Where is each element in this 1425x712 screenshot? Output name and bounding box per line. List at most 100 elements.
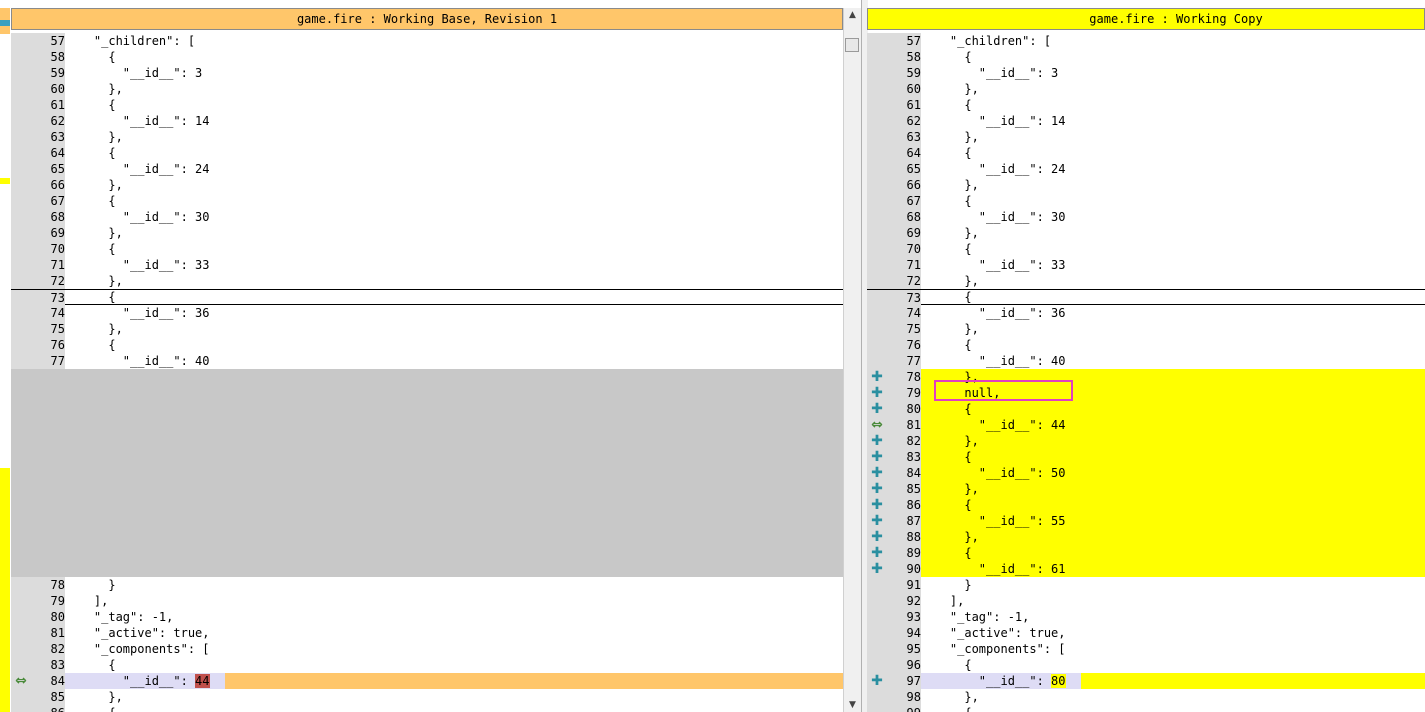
code-line[interactable]: 95 "_components": [ (867, 641, 1425, 657)
code-line[interactable]: 57 "_children": [ (867, 33, 1425, 49)
code-line[interactable]: 66 }, (11, 177, 843, 193)
code-line[interactable]: 69 }, (11, 225, 843, 241)
line-code[interactable] (65, 497, 843, 513)
code-line[interactable] (11, 481, 843, 497)
code-line[interactable]: 93 "_tag": -1, (867, 609, 1425, 625)
code-line[interactable]: 98 }, (867, 689, 1425, 705)
code-line[interactable]: 71 "__id__": 33 (867, 257, 1425, 273)
line-code[interactable] (65, 545, 843, 561)
line-code[interactable]: { (921, 49, 1425, 65)
code-line[interactable]: 65 "__id__": 24 (11, 161, 843, 177)
line-code[interactable]: }, (921, 689, 1425, 705)
line-code[interactable]: { (65, 49, 843, 65)
line-code[interactable]: }, (921, 225, 1425, 241)
code-line[interactable]: ✚ 86 { (867, 497, 1425, 513)
line-code[interactable]: }, (921, 433, 1425, 449)
code-line[interactable]: ⇔ 81 "__id__": 44 (867, 417, 1425, 433)
line-code[interactable]: { (65, 337, 843, 353)
line-code[interactable]: }, (921, 81, 1425, 97)
code-line[interactable]: ✚ 83 { (867, 449, 1425, 465)
line-code[interactable]: { (65, 97, 843, 113)
added-line-plus-icon[interactable]: ✚ (867, 481, 887, 497)
line-code[interactable]: "_active": true, (921, 625, 1425, 641)
left-diff-pane[interactable]: game.fire : Working Base, Revision 1 57 … (11, 8, 843, 712)
code-line[interactable]: 69 }, (867, 225, 1425, 241)
added-line-plus-icon[interactable]: ✚ (867, 529, 887, 545)
line-code[interactable]: "__id__": 40 (921, 353, 1425, 369)
added-line-plus-icon[interactable]: ✚ (867, 545, 887, 561)
code-line[interactable]: 99 { (867, 705, 1425, 712)
code-line[interactable]: 70 { (867, 241, 1425, 257)
line-code[interactable]: "__id__": 14 (921, 113, 1425, 129)
code-line[interactable]: 70 { (11, 241, 843, 257)
line-code[interactable]: { (921, 289, 1425, 305)
line-code[interactable]: "__id__": 44 (921, 417, 1425, 433)
line-code[interactable] (65, 433, 843, 449)
code-line[interactable]: 75 }, (11, 321, 843, 337)
line-code[interactable]: "__id__": 36 (921, 305, 1425, 321)
code-line[interactable]: ✚ 89 { (867, 545, 1425, 561)
line-code[interactable]: }, (921, 529, 1425, 545)
added-line-plus-icon[interactable]: ✚ (867, 385, 887, 401)
line-code[interactable]: { (921, 337, 1425, 353)
code-line[interactable]: 96 { (867, 657, 1425, 673)
code-line[interactable] (11, 385, 843, 401)
location-strip[interactable] (0, 0, 10, 712)
line-code[interactable]: "__id__": 3 (65, 65, 843, 81)
conflict-swap-icon[interactable]: ⇔ (11, 673, 31, 689)
code-line[interactable]: 65 "__id__": 24 (867, 161, 1425, 177)
code-line[interactable] (11, 401, 843, 417)
code-line[interactable]: 81 "_active": true, (11, 625, 843, 641)
line-code[interactable]: { (921, 241, 1425, 257)
line-code[interactable] (65, 465, 843, 481)
right-code-rows[interactable]: 57 "_children": [58 {59 "__id__": 3 60 },… (867, 33, 1425, 712)
line-code[interactable] (65, 481, 843, 497)
line-code[interactable]: "_components": [ (921, 641, 1425, 657)
code-line[interactable]: 76 { (11, 337, 843, 353)
code-line[interactable]: 91 } (867, 577, 1425, 593)
line-code[interactable]: }, (65, 225, 843, 241)
line-code[interactable]: }, (921, 129, 1425, 145)
code-line[interactable]: 57 "_children": [ (11, 33, 843, 49)
conflict-swap-icon[interactable]: ⇔ (867, 417, 887, 433)
line-code[interactable]: { (921, 193, 1425, 209)
code-line[interactable]: 62 "__id__": 14 (11, 113, 843, 129)
code-line[interactable]: 60 }, (11, 81, 843, 97)
code-line[interactable]: 86 { (11, 705, 843, 712)
line-code[interactable] (65, 529, 843, 545)
line-code[interactable]: "__id__": 36 (65, 305, 843, 321)
line-code[interactable]: "_active": true, (65, 625, 843, 641)
line-code[interactable] (65, 417, 843, 433)
line-code[interactable]: { (921, 449, 1425, 465)
added-line-plus-icon[interactable]: ✚ (867, 513, 887, 529)
added-line-plus-icon[interactable]: ✚ (867, 465, 887, 481)
line-code[interactable]: } (65, 577, 843, 593)
code-line[interactable]: 92 ], (867, 593, 1425, 609)
line-code[interactable]: "__id__": 50 (921, 465, 1425, 481)
code-line[interactable]: 74 "__id__": 36 (867, 305, 1425, 321)
line-code[interactable]: { (65, 193, 843, 209)
scroll-down-arrow-icon[interactable]: ▼ (844, 698, 861, 712)
line-code[interactable]: { (921, 657, 1425, 673)
code-line[interactable] (11, 417, 843, 433)
code-line[interactable]: 64 { (11, 145, 843, 161)
line-code[interactable] (65, 385, 843, 401)
code-line[interactable]: 63 }, (11, 129, 843, 145)
vertical-scrollbar[interactable]: ▲ ▼ (843, 8, 861, 712)
code-line[interactable] (11, 497, 843, 513)
code-line[interactable]: 73 { (867, 289, 1425, 306)
line-code[interactable]: "__id__": 33 (65, 257, 843, 273)
code-line[interactable] (11, 513, 843, 529)
code-line[interactable]: 58 { (11, 49, 843, 65)
added-line-plus-icon[interactable]: ✚ (867, 401, 887, 417)
code-line[interactable]: 76 { (867, 337, 1425, 353)
line-code[interactable]: { (65, 289, 843, 305)
line-code[interactable]: "_children": [ (921, 33, 1425, 49)
line-code[interactable]: "__id__": 30 (65, 209, 843, 225)
added-line-plus-icon[interactable]: ✚ (867, 449, 887, 465)
code-line[interactable]: 72 }, (11, 273, 843, 289)
line-code[interactable]: "__id__": 40 (65, 353, 843, 369)
line-code[interactable]: "_tag": -1, (65, 609, 843, 625)
line-code[interactable]: "_components": [ (65, 641, 843, 657)
line-code[interactable]: }, (921, 177, 1425, 193)
